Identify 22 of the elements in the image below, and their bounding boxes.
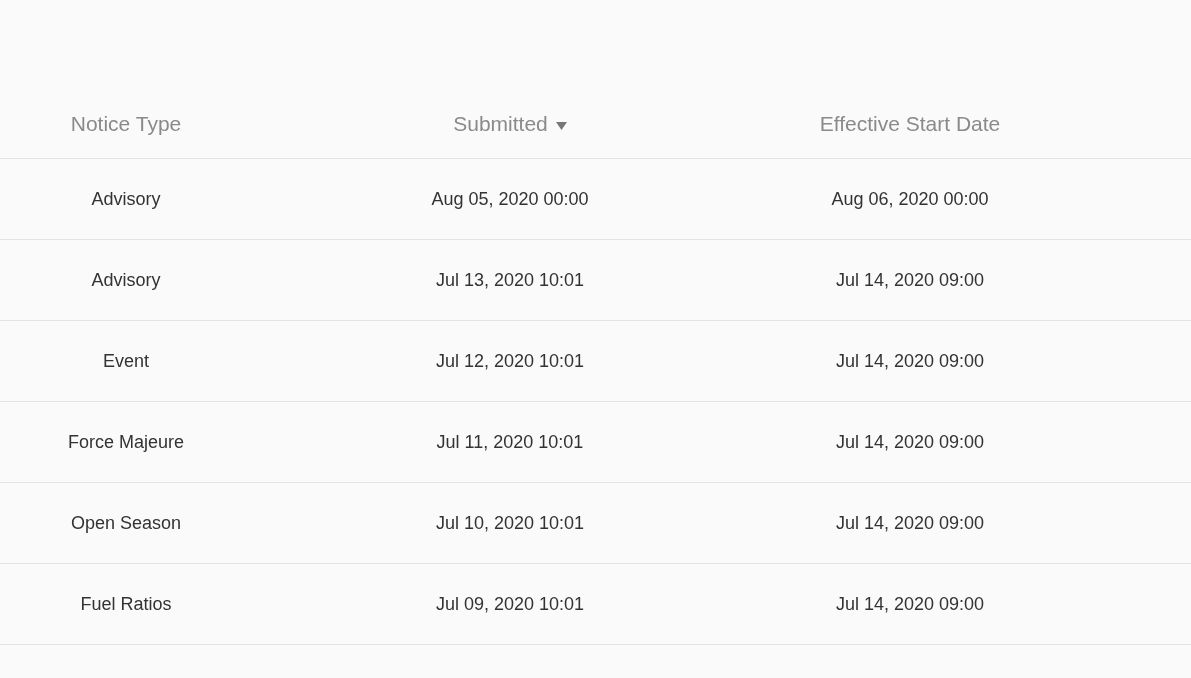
table-cell: Jul 09, 2020 10:01: [435, 593, 585, 615]
table-cell: Advisory: [91, 269, 161, 291]
table-cell: Aug 06, 2020 00:00: [831, 188, 989, 210]
table-cell: Advisory: [91, 188, 161, 210]
table-cell: Fuel Ratios: [80, 593, 172, 615]
table-cell: Jul 11, 2020 10:01: [436, 431, 584, 453]
table-cell: Jul 14, 2020 09:00: [835, 269, 985, 291]
column-header[interactable]: Submitted: [453, 112, 548, 136]
table-cell: Jul 13, 2020 10:01: [435, 269, 585, 291]
table-cell: Jul 10, 2020 10:01: [435, 512, 585, 534]
column-header[interactable]: Notice Type: [70, 112, 182, 136]
table-cell: Force Majeure: [67, 431, 184, 453]
table-cell: Jul 14, 2020 09:00: [835, 512, 985, 534]
table-cell: Event: [103, 350, 149, 372]
table-cell: Jul 14, 2020 09:00: [835, 593, 985, 615]
table-cell: Open Season: [70, 512, 182, 534]
sort-arrow-icon[interactable]: [555, 122, 567, 130]
table-cell: Jul 14, 2020 09:00: [835, 431, 985, 453]
table-cell: Jul 12, 2020 10:01: [435, 350, 585, 372]
table-cell: Aug 05, 2020 00:00: [431, 188, 589, 210]
table-cell: Jul 14, 2020 09:00: [835, 350, 985, 372]
column-header[interactable]: Effective Start Date: [819, 112, 1001, 136]
